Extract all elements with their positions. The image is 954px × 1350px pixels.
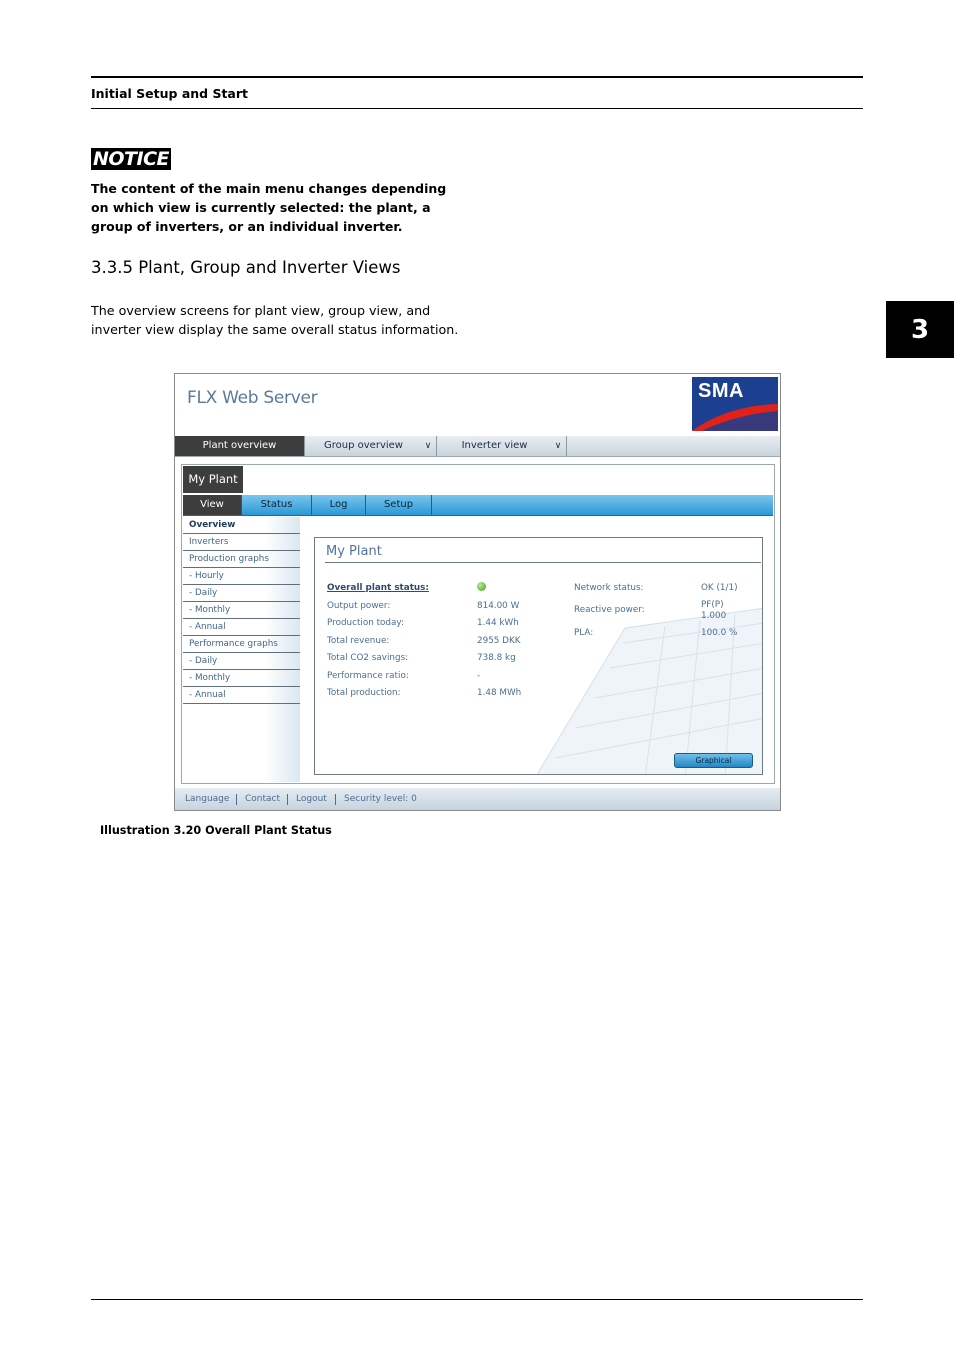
tab-plant-overview[interactable]: Plant overview — [175, 436, 305, 456]
tab-plant-overview-label: Plant overview — [202, 440, 277, 451]
sidebar-item-performance-graphs[interactable]: Performance graphs — [183, 636, 300, 653]
total-revenue-label: Total revenue: — [327, 636, 390, 646]
pla-label: PLA: — [574, 628, 594, 638]
web-server-screenshot: FLX Web Server SMA Plant overview Group … — [174, 373, 781, 811]
subnav-setup[interactable]: Setup — [366, 495, 432, 515]
app-title: FLX Web Server — [187, 388, 318, 408]
network-status-label: Network status: — [574, 583, 644, 593]
sidebar-item-overview[interactable]: Overview — [183, 517, 300, 534]
running-header: Initial Setup and Start — [91, 86, 249, 101]
footer-rule — [91, 1299, 863, 1300]
footer-separator — [236, 794, 237, 805]
sidebar-item-performance-daily[interactable]: - Daily — [183, 653, 300, 670]
notice-title: NOTICE — [91, 148, 172, 170]
sidebar-item-production-annual[interactable]: - Annual — [183, 619, 300, 636]
tab-group-overview-label: Group overview — [324, 440, 403, 451]
total-production-label: Total production: — [327, 688, 401, 698]
context-tab-my-plant[interactable]: My Plant — [183, 466, 243, 493]
performance-ratio-value: - — [477, 671, 481, 681]
sidebar-item-production-graphs[interactable]: Production graphs — [183, 551, 300, 568]
output-power-label: Output power: — [327, 601, 391, 611]
chevron-down-icon: ∨ — [424, 441, 432, 451]
sub-navigation: View Status Log Setup — [183, 495, 773, 516]
sidebar-item-production-monthly[interactable]: - Monthly — [183, 602, 300, 619]
section-body: The overview screens for plant view, gro… — [91, 303, 459, 337]
tab-inverter-view[interactable]: Inverter view ∨ — [437, 436, 567, 456]
chapter-tab: 3 — [886, 301, 954, 358]
reactive-power-label: Reactive power: — [574, 605, 645, 615]
subnav-status[interactable]: Status — [242, 495, 312, 515]
footer-contact-link[interactable]: Contact — [245, 788, 280, 810]
header-rule-bottom — [91, 108, 863, 109]
status-ok-icon — [477, 582, 486, 591]
reactive-power-subvalue: 1.000 — [701, 611, 727, 621]
sidebar-item-production-daily[interactable]: - Daily — [183, 585, 300, 602]
footer-separator — [287, 794, 288, 805]
tab-inverter-view-label: Inverter view — [461, 440, 528, 451]
production-today-value: 1.44 kWh — [477, 618, 519, 628]
pla-value: 100.0 % — [701, 628, 738, 638]
footer-security-level: Security level: 0 — [344, 794, 417, 804]
header-rule-top — [91, 76, 863, 78]
footer-separator — [335, 794, 336, 805]
reactive-power-value: PF(P) — [701, 600, 724, 610]
production-today-label: Production today: — [327, 618, 404, 628]
sidebar-item-production-hourly[interactable]: - Hourly — [183, 568, 300, 585]
output-power-value: 814.00 W — [477, 601, 520, 611]
footer-logout-link[interactable]: Logout — [296, 788, 327, 810]
total-revenue-value: 2955 DKK — [477, 636, 521, 646]
graphical-button[interactable]: Graphical — [674, 753, 753, 768]
section-heading: 3.3.5 Plant, Group and Inverter Views — [91, 258, 401, 277]
content-area: My Plant View Status Log Setup Overview … — [181, 464, 775, 784]
subnav-log[interactable]: Log — [312, 495, 366, 515]
total-production-value: 1.48 MWh — [477, 688, 522, 698]
subnav-view[interactable]: View — [183, 495, 242, 515]
footer-language-link[interactable]: Language — [185, 788, 229, 810]
sidebar-item-performance-monthly[interactable]: - Monthly — [183, 670, 300, 687]
panel-title: My Plant — [326, 544, 382, 559]
footer-bar: Language Contact Logout Security level: … — [175, 788, 780, 810]
notice-body: The content of the main menu changes dep… — [91, 181, 447, 234]
plant-status-panel: My Plant Overall plant status: Output po… — [314, 537, 763, 775]
panel-divider — [325, 562, 761, 563]
total-co2-label: Total CO2 savings: — [327, 653, 409, 663]
figure-caption: Illustration 3.20 Overall Plant Status — [100, 824, 332, 837]
sma-logo: SMA — [692, 377, 778, 431]
sidebar-menu: Overview Inverters Production graphs - H… — [183, 517, 300, 782]
sidebar-item-inverters[interactable]: Inverters — [183, 534, 300, 551]
network-status-value: OK (1/1) — [701, 583, 738, 593]
total-co2-value: 738.8 kg — [477, 653, 516, 663]
tab-group-overview[interactable]: Group overview ∨ — [305, 436, 437, 456]
sidebar-item-performance-annual[interactable]: - Annual — [183, 687, 300, 704]
performance-ratio-label: Performance ratio: — [327, 671, 409, 681]
chevron-down-icon: ∨ — [554, 441, 562, 451]
top-navigation: Plant overview Group overview ∨ Inverter… — [175, 436, 780, 457]
logo-text: SMA — [698, 380, 744, 402]
overall-status-label[interactable]: Overall plant status: — [327, 583, 429, 593]
